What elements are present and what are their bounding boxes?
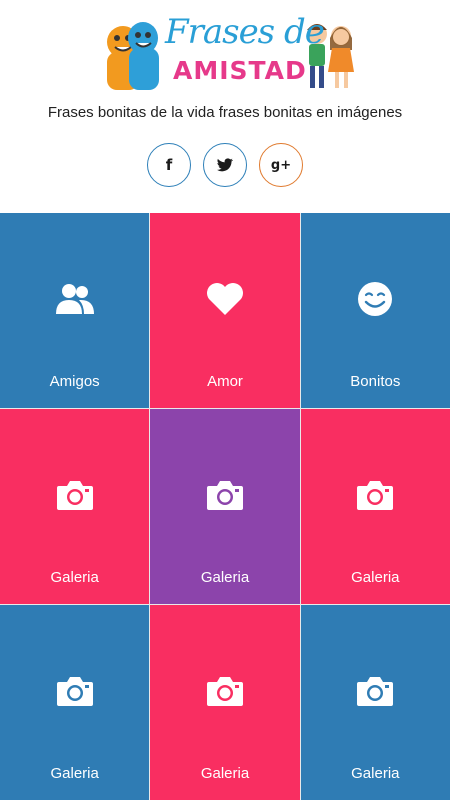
tile-galeria[interactable]: Galeria	[300, 409, 450, 604]
category-grid: Amigos Amor Bonitos Galeria Galeria Gale…	[0, 213, 450, 800]
site-logo[interactable]: Frases de AMISTAD	[95, 10, 360, 95]
site-tagline: Frases bonitas de la vida frases bonitas…	[47, 104, 403, 121]
tile-galeria[interactable]: Galeria	[300, 605, 450, 800]
header: Frases de AMISTAD Frases bonitas de la v…	[0, 0, 450, 213]
facebook-icon: f	[165, 156, 173, 174]
tile-amor[interactable]: Amor	[150, 213, 300, 408]
tile-label: Amor	[207, 373, 243, 390]
tile-galeria[interactable]: Galeria	[150, 605, 300, 800]
tile-label: Galeria	[50, 765, 99, 782]
users-icon	[55, 284, 94, 314]
camera-icon	[206, 481, 243, 510]
twitter-icon	[217, 158, 233, 172]
google-plus-icon: g+	[270, 157, 292, 173]
tile-label: Galeria	[351, 765, 400, 782]
camera-icon	[56, 677, 93, 706]
google-plus-button[interactable]: g+	[259, 143, 303, 187]
tile-label: Galeria	[351, 569, 400, 586]
tile-amigos[interactable]: Amigos	[0, 213, 150, 408]
tile-label: Galeria	[200, 569, 250, 586]
social-links: f g+	[0, 143, 450, 187]
tile-galeria[interactable]: Galeria	[150, 409, 300, 604]
tile-label: Galeria	[50, 569, 99, 586]
heart-icon	[206, 283, 243, 315]
camera-icon	[357, 677, 394, 706]
camera-icon	[206, 677, 243, 706]
tile-label: Amigos	[49, 373, 100, 390]
tile-galeria[interactable]: Galeria	[0, 409, 150, 604]
camera-icon	[357, 481, 394, 510]
facebook-button[interactable]: f	[147, 143, 191, 187]
camera-icon	[56, 481, 93, 510]
tile-galeria[interactable]: Galeria	[0, 605, 150, 800]
tile-bonitos[interactable]: Bonitos	[300, 213, 450, 408]
tile-label: Bonitos	[350, 373, 401, 390]
tile-label: Galeria	[200, 765, 250, 782]
smile-icon	[358, 282, 393, 316]
logo-subtitle: AMISTAD	[173, 56, 307, 85]
twitter-button[interactable]	[203, 143, 247, 187]
logo-title: Frases de	[165, 12, 325, 52]
